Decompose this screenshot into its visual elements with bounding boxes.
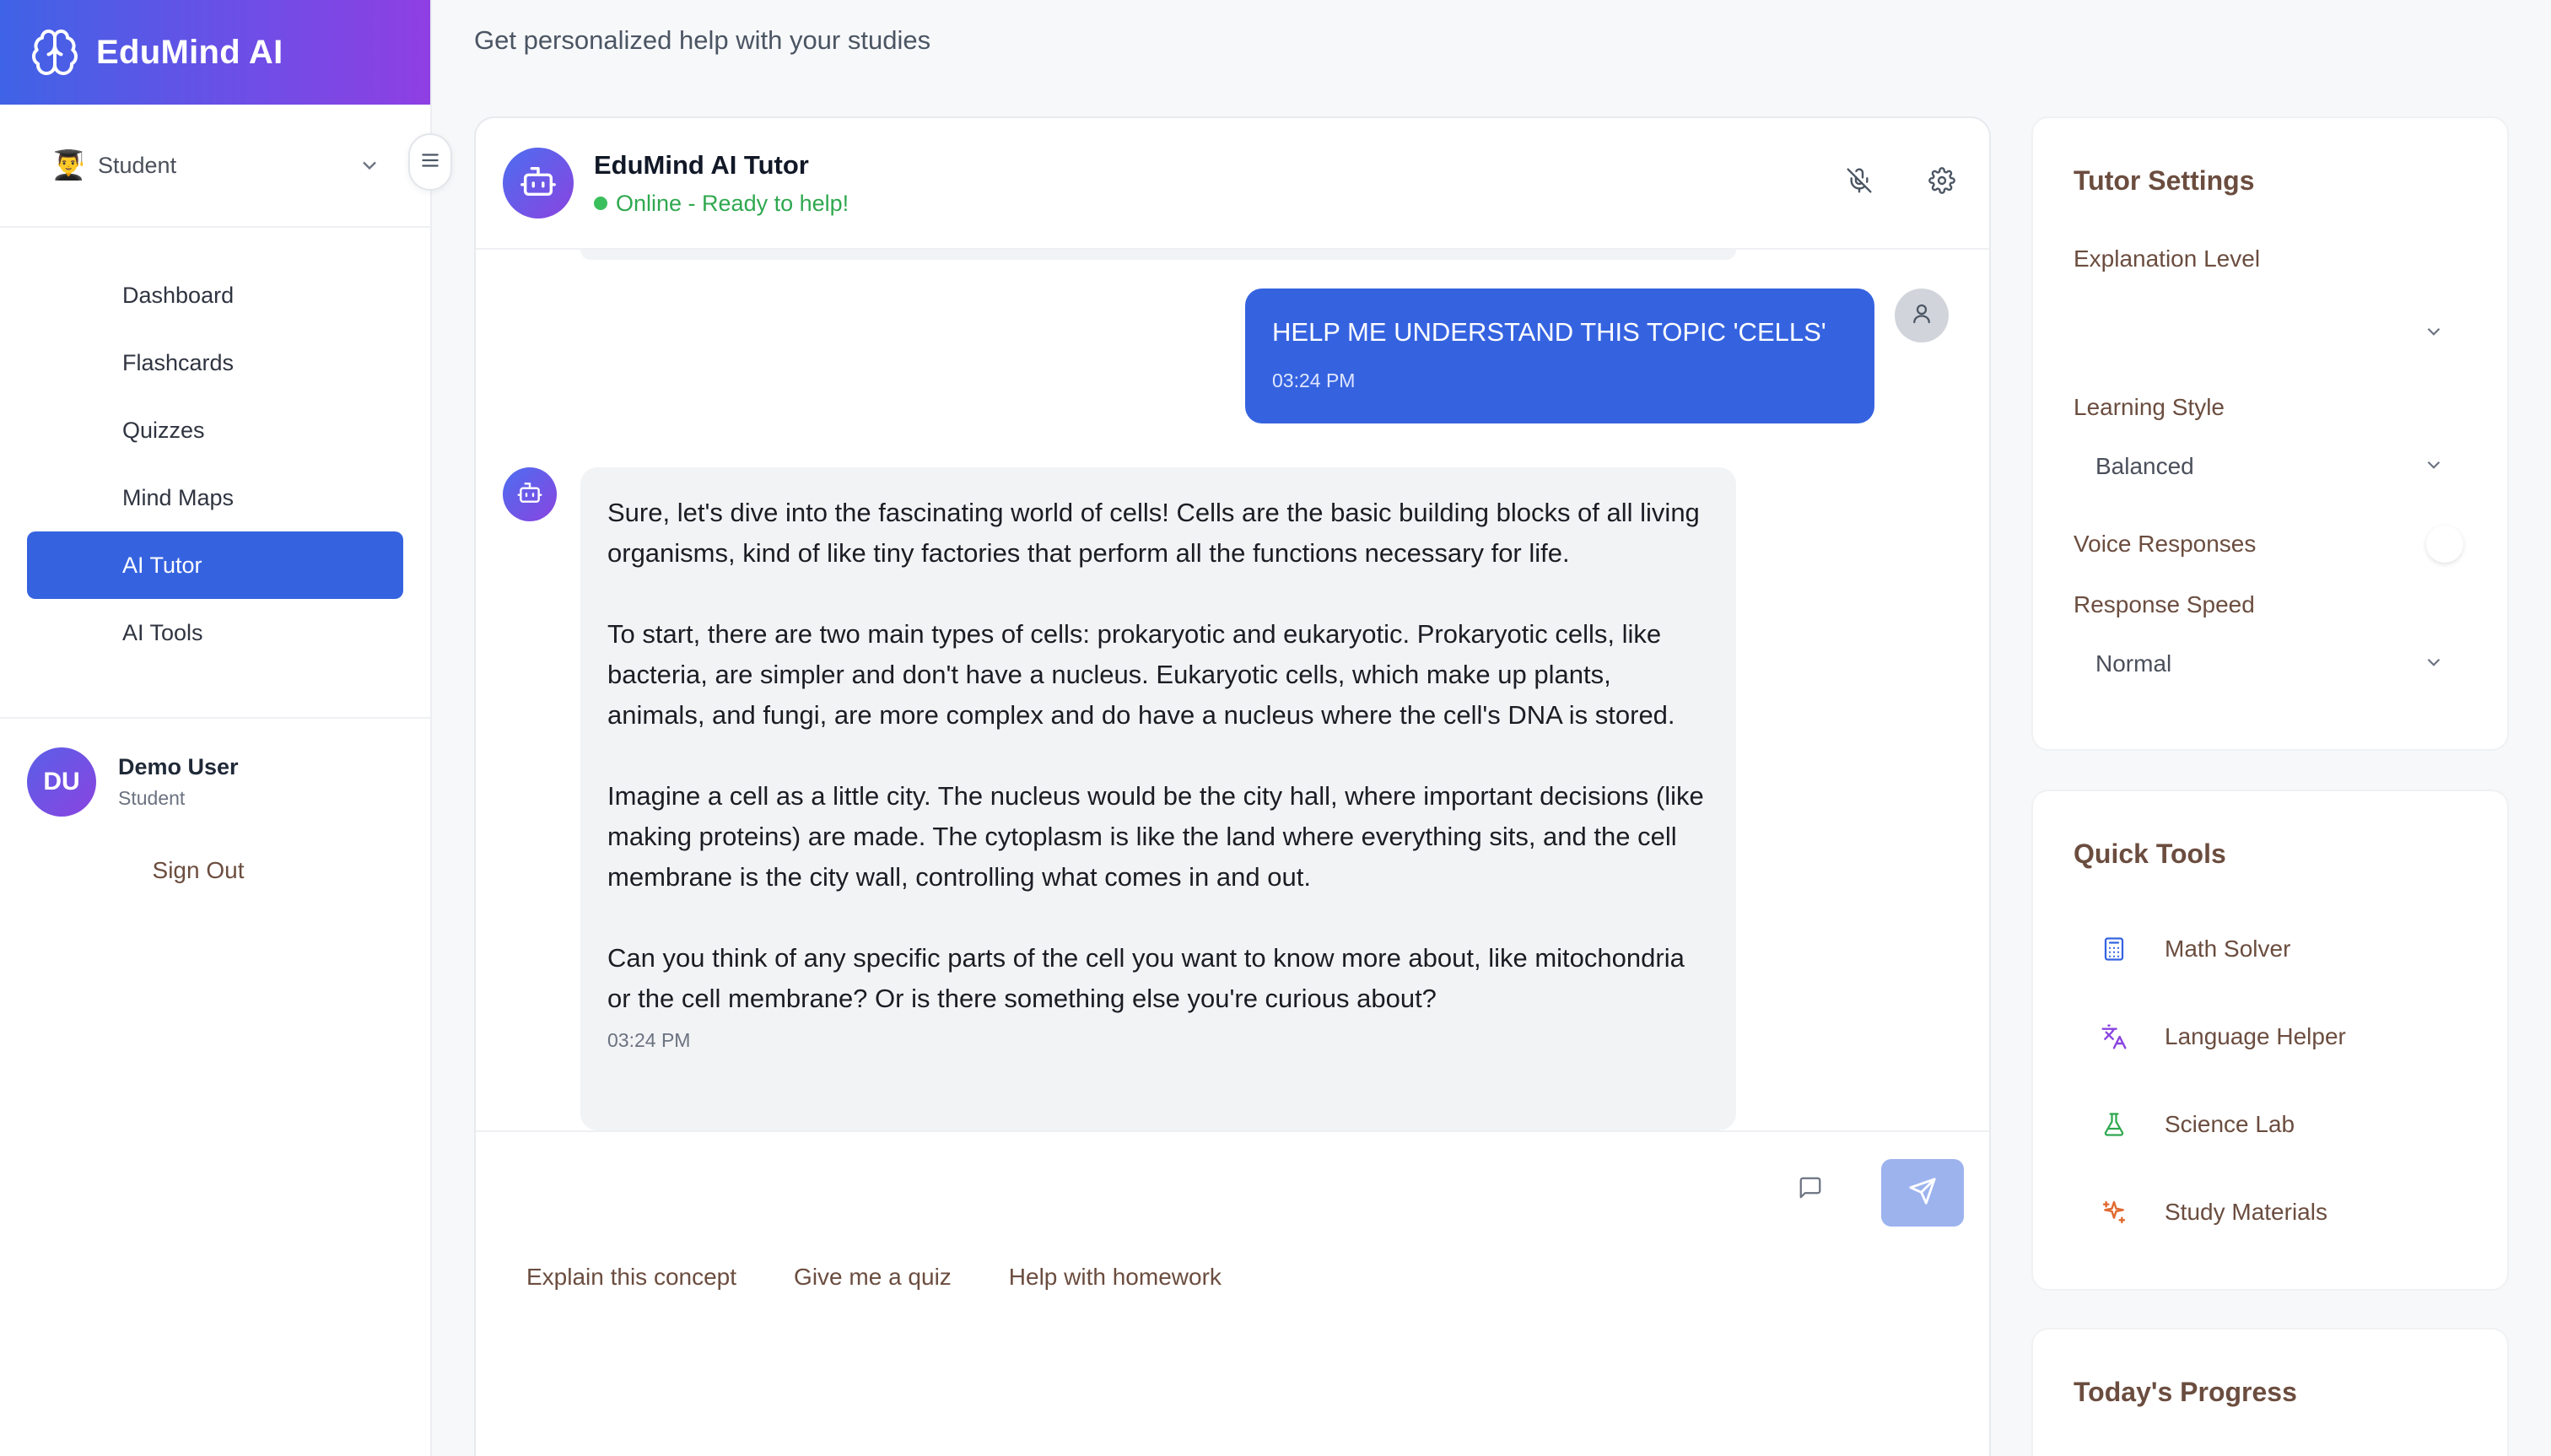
sign-out-button[interactable]: Sign Out [27,857,403,884]
sparkles-icon [2099,1197,2129,1227]
learning-style-select[interactable]: Balanced [2074,441,2467,492]
tutor-settings-card: Tutor Settings Explanation Level Learnin… [2031,116,2509,751]
chevron-down-icon [2423,454,2445,480]
message-text: HELP ME UNDERSTAND THIS TOPIC 'CELLS' [1272,317,1826,347]
sidebar-item-ai-tools[interactable]: AI Tools [27,599,403,666]
role-label: Student [98,152,177,178]
tutor-settings-title: Tutor Settings [2074,165,2255,196]
tool-language-helper[interactable]: Language Helper [2074,993,2467,1081]
user-profile: DU Demo User Student Sign Out [0,717,430,884]
previous-message-bubble [580,250,1736,260]
tool-label: Study Materials [2165,1199,2327,1225]
brand-header[interactable]: EduMind AI [0,0,430,105]
learning-style-label: Learning Style [2074,394,2225,420]
sidebar-item-label: Dashboard [122,282,235,308]
status-indicator: Online - Ready to help! [594,191,849,217]
voice-responses-label: Voice Responses [2074,531,2257,557]
chat-mode-button[interactable] [1792,1171,1829,1208]
user-icon [1909,301,1934,331]
translate-icon [2099,1022,2129,1052]
bot-icon [519,162,558,205]
chevron-down-icon [2423,651,2445,677]
sidebar-item-mind-maps[interactable]: Mind Maps [27,464,403,531]
response-speed-select[interactable]: Normal [2074,639,2467,689]
send-button[interactable] [1881,1159,1964,1227]
tool-label: Math Solver [2165,936,2291,962]
send-icon [1908,1177,1937,1210]
online-dot [594,197,607,210]
voice-responses-toggle[interactable] [2426,526,2463,563]
mic-off-button[interactable] [1839,162,1880,202]
brain-icon [29,26,81,78]
sidebar: EduMind AI 👨‍🎓 Student Dashboard Flashca… [0,0,432,1456]
todays-progress-title: Today's Progress [2074,1377,2297,1407]
explanation-level-label: Explanation Level [2074,245,2261,272]
message-paragraph: To start, there are two main types of ce… [607,619,1675,730]
todays-progress-card: Today's Progress [2031,1328,2509,1456]
message-composer[interactable]: Explain this concept Give me a quiz Help… [476,1130,1989,1456]
sidebar-item-label: Quizzes [122,417,205,443]
chat-panel: EduMind AI Tutor Online - Ready to help! [474,116,1991,1456]
user-name: Demo User [118,754,239,779]
mic-off-icon [1846,167,1873,198]
gear-icon [1928,166,1955,198]
app-name: EduMind AI [96,33,283,71]
voice-responses-row: Voice Responses [2074,526,2467,563]
suggestion-chips: Explain this concept Give me a quiz Help… [526,1264,1222,1291]
bot-icon [516,479,543,510]
flask-icon [2099,1109,2129,1140]
sidebar-item-quizzes[interactable]: Quizzes [27,396,403,464]
settings-button[interactable] [1922,162,1962,202]
message-paragraph: Imagine a cell as a little city. The nuc… [607,781,1704,892]
bot-message-bubble: Sure, let's dive into the fascinating wo… [580,467,1736,1130]
sidebar-toggle-button[interactable] [408,133,452,191]
explanation-level-select[interactable] [2074,308,2467,359]
graduate-icon: 👨‍🎓 [51,149,87,181]
message-timestamp: 03:24 PM [607,1029,691,1051]
status-text: Online - Ready to help! [616,190,849,216]
tool-label: Language Helper [2165,1023,2346,1049]
sidebar-item-label: AI Tutor [122,552,202,578]
user-avatar [1895,289,1949,342]
sidebar-item-dashboard[interactable]: Dashboard [27,262,403,329]
learning-style-value: Balanced [2095,453,2194,479]
message-square-icon [1798,1175,1823,1205]
tool-science-lab[interactable]: Science Lab [2074,1081,2467,1168]
user-message-bubble: HELP ME UNDERSTAND THIS TOPIC 'CELLS' 03… [1245,289,1874,423]
menu-icon [419,149,441,175]
bot-avatar [503,148,574,218]
sidebar-item-label: AI Tools [122,619,203,645]
message-paragraph: Can you think of any specific parts of t… [607,943,1685,1013]
calculator-icon [2099,934,2129,964]
role-selector[interactable]: 👨‍🎓 Student [0,105,430,228]
sidebar-nav: Dashboard Flashcards Quizzes Mind Maps A… [0,228,430,666]
tool-label: Science Lab [2165,1111,2295,1137]
response-speed-label: Response Speed [2074,591,2255,617]
response-speed-value: Normal [2095,650,2172,677]
suggestion-help-homework[interactable]: Help with homework [1009,1264,1222,1291]
message-list[interactable]: HELP ME UNDERSTAND THIS TOPIC 'CELLS' 03… [476,250,1989,1130]
sidebar-item-label: Flashcards [122,349,235,375]
avatar[interactable]: DU [27,747,96,817]
chat-header: EduMind AI Tutor Online - Ready to help! [476,118,1989,250]
bot-avatar-small [503,467,557,521]
sidebar-item-label: Mind Maps [122,484,235,510]
tool-math-solver[interactable]: Math Solver [2074,905,2467,993]
user-role: Student [118,787,186,809]
quick-tools-title: Quick Tools [2074,839,2226,869]
chevron-down-icon [2423,321,2445,347]
chat-title: EduMind AI Tutor [594,149,809,180]
quick-tools-card: Quick Tools Math Solver Language Helper … [2031,790,2509,1291]
tool-study-materials[interactable]: Study Materials [2074,1168,2467,1256]
message-timestamp: 03:24 PM [1272,369,1356,391]
chevron-down-icon [358,154,381,177]
suggestion-explain-concept[interactable]: Explain this concept [526,1264,736,1291]
sidebar-item-ai-tutor[interactable]: AI Tutor [27,531,403,599]
sidebar-item-flashcards[interactable]: Flashcards [27,329,403,396]
message-paragraph: Sure, let's dive into the fascinating wo… [607,498,1700,568]
suggestion-give-quiz[interactable]: Give me a quiz [794,1264,952,1291]
page-subtitle: Get personalized help with your studies [474,25,931,55]
